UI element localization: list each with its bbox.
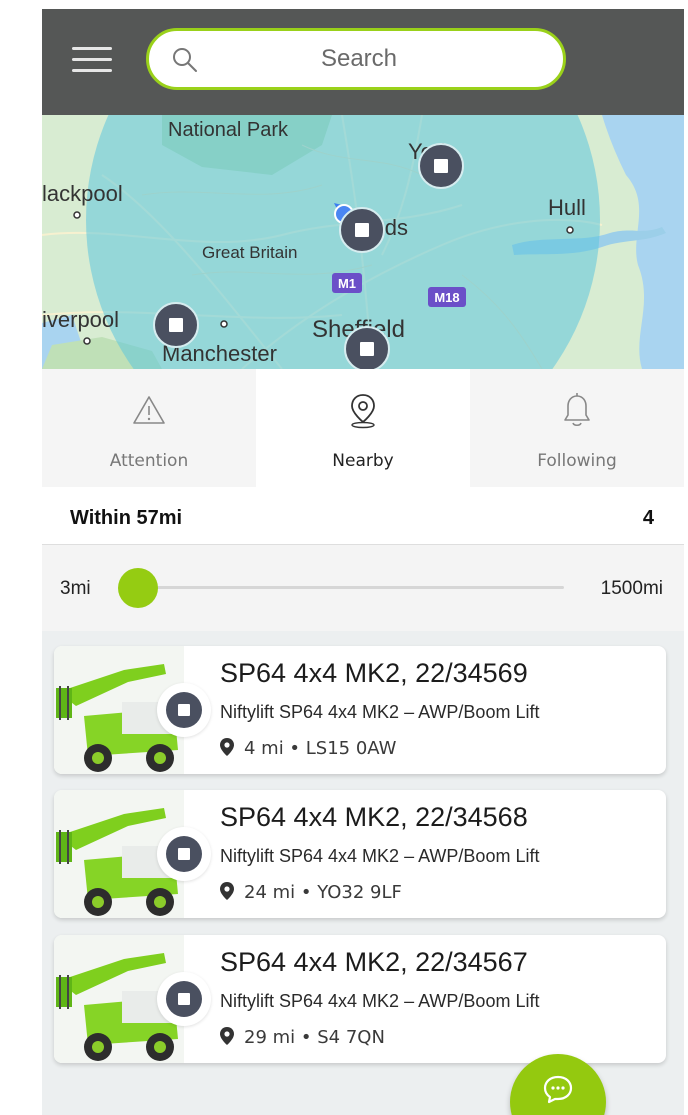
slider-track[interactable] — [138, 586, 564, 589]
map-label-m18: M18 — [434, 290, 459, 305]
asset-type-badge — [157, 972, 211, 1026]
warning-triangle-icon — [133, 396, 165, 424]
asset-card[interactable]: SP64 4x4 MK2, 22/34569 Niftylift SP64 4x… — [54, 646, 666, 774]
bell-icon — [564, 393, 590, 427]
asset-type-badge — [157, 683, 211, 737]
map-label-great-britain: Great Britain — [202, 243, 297, 262]
radius-slider: 3mi 1500mi — [42, 545, 684, 631]
map-label-hull: Hull — [548, 195, 586, 220]
tab-nearby[interactable]: Nearby — [256, 369, 470, 487]
tab-attention-label: Attention — [109, 451, 189, 471]
slider-max-label: 1500mi — [600, 578, 663, 599]
map-label-m1: M1 — [338, 276, 356, 291]
map-marker-leeds[interactable] — [339, 207, 385, 253]
tab-attention[interactable]: Attention — [42, 369, 256, 487]
asset-distance-postcode: 4 mi • LS15 0AW — [244, 738, 397, 759]
map-label-national-park: National Park — [168, 119, 289, 141]
map-marker-manchester[interactable] — [153, 302, 199, 348]
asset-card[interactable]: SP64 4x4 MK2, 22/34568 Niftylift SP64 4x… — [54, 790, 666, 918]
chat-bubble-icon — [543, 1075, 573, 1104]
nearby-list-panel: Within 57mi 4 3mi 1500mi SP64 4x4 MK2, 2… — [42, 487, 684, 1115]
top-bar — [42, 9, 684, 115]
asset-location: 24 mi • YO32 9LF — [220, 882, 402, 903]
slider-min-label: 3mi — [60, 578, 91, 599]
search-input[interactable] — [209, 31, 509, 87]
asset-subtitle: Niftylift SP64 4x4 MK2 – AWP/Boom Lift — [220, 991, 540, 1011]
map-pin-icon — [220, 882, 234, 900]
search-icon — [173, 48, 197, 72]
asset-distance-postcode: 24 mi • YO32 9LF — [244, 882, 402, 903]
hamburger-menu-icon[interactable] — [72, 47, 116, 75]
radius-header: Within 57mi 4 — [42, 487, 684, 545]
map-marker-sheffield[interactable] — [344, 326, 390, 369]
asset-type-badge — [157, 827, 211, 881]
asset-title: SP64 4x4 MK2, 22/34568 — [220, 802, 528, 832]
app-screen: M1 M18 National Park York lackpool Leeds… — [42, 9, 684, 1115]
asset-subtitle: Niftylift SP64 4x4 MK2 – AWP/Boom Lift — [220, 702, 540, 722]
asset-title: SP64 4x4 MK2, 22/34569 — [220, 658, 528, 688]
asset-subtitle: Niftylift SP64 4x4 MK2 – AWP/Boom Lift — [220, 846, 540, 866]
asset-card[interactable]: SP64 4x4 MK2, 22/34567 Niftylift SP64 4x… — [54, 935, 666, 1063]
radius-title: Within 57mi — [70, 507, 183, 529]
map-label-blackpool: lackpool — [42, 181, 123, 206]
map-marker-york[interactable] — [418, 143, 464, 189]
asset-location: 4 mi • LS15 0AW — [220, 738, 396, 759]
asset-location: 29 mi • S4 7QN — [220, 1027, 385, 1048]
map-pin-icon — [220, 1027, 234, 1045]
tab-bar: Attention Nearby Following — [42, 369, 684, 487]
tab-nearby-label: Nearby — [332, 451, 394, 471]
tab-following[interactable]: Following — [470, 369, 684, 487]
map-pin-icon — [220, 738, 234, 756]
search-bar[interactable] — [146, 28, 566, 90]
asset-distance-postcode: 29 mi • S4 7QN — [244, 1027, 385, 1048]
map-label-liverpool: iverpool — [42, 307, 119, 332]
result-count: 4 — [642, 507, 654, 529]
tab-following-label: Following — [537, 451, 617, 471]
map-view[interactable]: M1 M18 National Park York lackpool Leeds… — [42, 115, 684, 369]
location-pin-icon — [351, 394, 375, 429]
slider-thumb[interactable] — [118, 568, 158, 608]
asset-title: SP64 4x4 MK2, 22/34567 — [220, 947, 528, 977]
